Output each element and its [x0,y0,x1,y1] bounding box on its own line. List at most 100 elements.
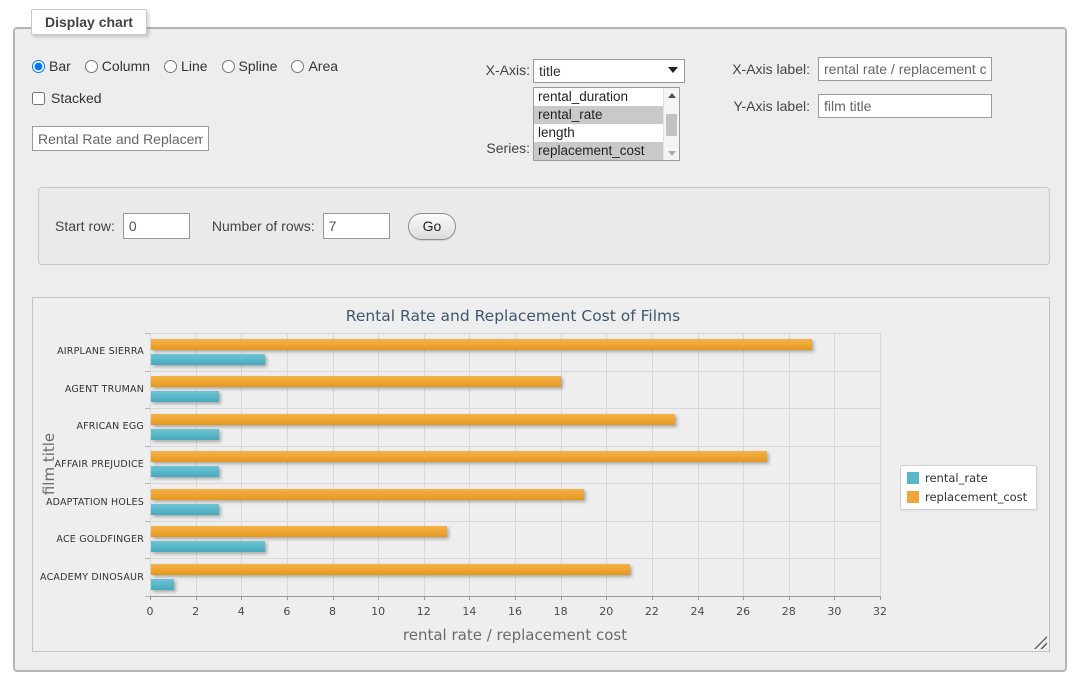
category-label: ACADEMY DINOSAUR [33,558,144,596]
chart-type-label: Area [308,58,338,74]
x-tick-label: 26 [723,605,763,618]
bar-rental_rate[interactable] [151,354,265,365]
chart-type-label: Spline [239,58,278,74]
triangle-up-icon [668,93,676,98]
legend-item-rental_rate[interactable]: rental_rate [907,471,1027,485]
x-tick-label: 0 [130,605,170,618]
chart-type-radio-column[interactable] [85,60,98,73]
category-label: ACE GOLDFINGER [33,521,144,559]
chart-legend: rental_rate replacement_cost [900,465,1037,510]
legend-label: replacement_cost [925,490,1027,504]
gridline-vertical [561,333,562,596]
chart-type-radio-bar[interactable] [32,60,45,73]
scroll-down-button[interactable] [664,146,679,160]
chart-type-option-spline: Spline [222,58,278,74]
display-chart-fieldset: Display chart BarColumnLineSplineArea St… [13,27,1067,672]
series-caption: Series: [445,140,530,156]
y-axis-label-input[interactable] [818,94,992,118]
chart-type-option-column: Column [85,58,150,74]
chart-type-label: Line [181,58,207,74]
scrollbar-track[interactable] [664,102,679,146]
legend-label: rental_rate [925,471,988,485]
gridline-vertical [834,333,835,596]
x-tick-label: 18 [541,605,581,618]
num-rows-input[interactable] [323,213,390,239]
x-axis-caption: X-Axis: [445,62,530,78]
bar-replacement_cost[interactable] [151,526,447,537]
x-axis-label-caption: X-Axis label: [726,61,810,77]
gridline-vertical [743,333,744,596]
gridline-vertical [698,333,699,596]
bar-rental_rate[interactable] [151,429,219,440]
series-option-rental_rate[interactable]: rental_rate [534,106,663,124]
gridline-vertical [469,333,470,596]
chart-title: Rental Rate and Replacement Cost of Film… [33,307,993,325]
x-axis-label-input[interactable] [818,57,992,81]
bar-replacement_cost[interactable] [151,451,767,462]
bar-rental_rate[interactable] [151,391,219,402]
bar-replacement_cost[interactable] [151,339,812,350]
gridline-vertical [333,333,334,596]
chart-type-radio-area[interactable] [291,60,304,73]
stacked-row: Stacked [32,90,102,106]
fieldset-legend: Display chart [31,9,147,35]
chart-type-option-bar: Bar [32,58,71,74]
x-tick-label: 22 [632,605,672,618]
x-tick-label: 2 [176,605,216,618]
x-tick-label: 6 [267,605,307,618]
start-row-input[interactable] [123,213,190,239]
stacked-checkbox[interactable] [32,92,45,105]
start-row-caption: Start row: [55,218,115,234]
x-tick-label: 8 [313,605,353,618]
bar-rental_rate[interactable] [151,504,219,515]
bar-replacement_cost[interactable] [151,564,630,575]
series-option-length[interactable]: length [534,124,663,142]
bar-replacement_cost[interactable] [151,489,584,500]
legend-swatch-rental_rate [907,472,919,484]
series-option-rental_duration[interactable]: rental_duration [534,88,663,106]
x-tick-label: 16 [495,605,535,618]
resize-grip-icon[interactable] [1034,636,1047,649]
gridline-vertical [196,333,197,596]
x-tick-label: 32 [860,605,900,618]
x-tick-label: 4 [221,605,261,618]
x-axis-label-row: X-Axis label: [726,57,992,81]
chart-type-radio-spline[interactable] [222,60,235,73]
chart-type-label: Column [102,58,150,74]
chart-type-radio-line[interactable] [164,60,177,73]
scrollbar-thumb[interactable] [666,114,677,136]
legend-swatch-replacement_cost [907,491,919,503]
chart-type-label: Bar [49,58,71,74]
x-tick-label: 20 [586,605,626,618]
chart-title-input[interactable] [32,126,209,151]
x-axis-title: rental rate / replacement cost [150,626,880,644]
x-tick-label: 24 [678,605,718,618]
category-label: AIRPLANE SIERRA [33,333,144,371]
row-range-panel: Start row: Number of rows: Go [38,187,1050,265]
bar-rental_rate[interactable] [151,579,174,590]
bar-rental_rate[interactable] [151,466,219,477]
gridline-vertical [652,333,653,596]
gridline-vertical [287,333,288,596]
num-rows-caption: Number of rows: [212,218,315,234]
x-tick-label: 12 [404,605,444,618]
gridline-vertical [150,333,151,596]
triangle-down-icon [668,151,676,156]
x-axis-select[interactable]: title [533,59,685,83]
bar-replacement_cost[interactable] [151,376,561,387]
bar-replacement_cost[interactable] [151,414,675,425]
chart-type-option-line: Line [164,58,207,74]
y-axis-label-caption: Y-Axis label: [726,98,810,114]
legend-item-replacement_cost[interactable]: replacement_cost [907,490,1027,504]
bar-rental_rate[interactable] [151,541,265,552]
gridline-vertical [515,333,516,596]
x-axis-select-wrap: title [533,59,685,83]
y-axis-label-row: Y-Axis label: [726,94,992,118]
chart-type-option-area: Area [291,58,338,74]
category-label: AGENT TRUMAN [33,371,144,409]
go-button[interactable]: Go [408,213,457,240]
listbox-scrollbar [663,88,679,160]
gridline-vertical [378,333,379,596]
series-option-replacement_cost[interactable]: replacement_cost [534,142,663,160]
scroll-up-button[interactable] [664,88,679,102]
